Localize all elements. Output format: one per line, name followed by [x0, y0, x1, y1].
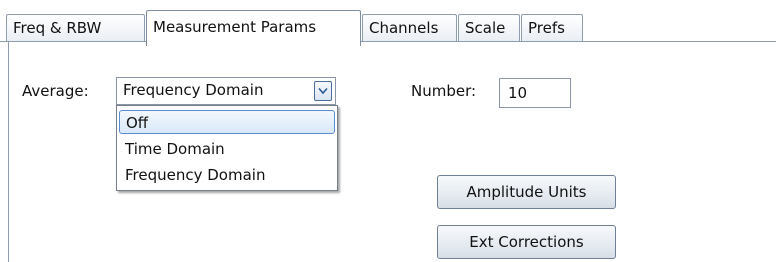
average-combobox[interactable]: Frequency Domain	[116, 77, 336, 105]
average-option-off[interactable]: Off	[119, 110, 335, 134]
amplitude-units-button[interactable]: Amplitude Units	[437, 175, 616, 209]
panel-border-top	[0, 41, 776, 42]
average-label: Average:	[22, 82, 89, 100]
tab-prefs[interactable]: Prefs	[521, 14, 583, 42]
average-option-frequency-domain[interactable]: Frequency Domain	[119, 163, 335, 187]
tab-channels[interactable]: Channels	[362, 14, 457, 42]
number-input[interactable]: 10	[499, 78, 571, 108]
tab-freq-rbw[interactable]: Freq & RBW	[6, 14, 145, 42]
number-value: 10	[508, 84, 528, 102]
chevron-down-icon[interactable]	[314, 81, 332, 101]
number-label: Number:	[411, 82, 477, 100]
average-selected-value: Frequency Domain	[123, 81, 264, 99]
panel-border-left	[8, 41, 9, 262]
tab-measurement-params[interactable]: Measurement Params	[146, 10, 361, 46]
tab-scale[interactable]: Scale	[458, 14, 520, 42]
average-option-time-domain[interactable]: Time Domain	[119, 137, 335, 161]
ext-corrections-button[interactable]: Ext Corrections	[437, 225, 616, 259]
average-dropdown-list: Off Time Domain Frequency Domain	[116, 105, 338, 191]
